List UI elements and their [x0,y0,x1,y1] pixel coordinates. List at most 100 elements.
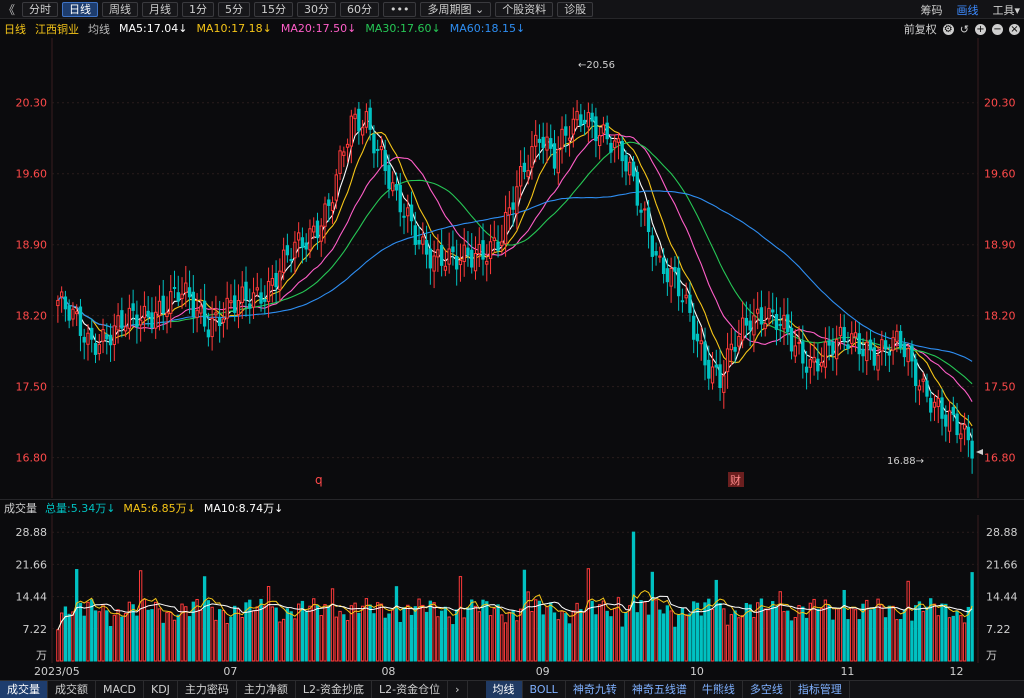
tab-30min[interactable]: 30分 [297,1,336,17]
undo-icon[interactable]: ↺ [960,23,969,36]
candle-body [462,244,466,262]
diagnose-button[interactable]: 诊股 [557,1,594,17]
volume-bar [684,614,688,662]
candle-body [281,249,286,273]
zoom-out-icon[interactable]: − [992,23,1003,35]
volume-bar [872,607,876,662]
event-mark-cai[interactable]: 财 [730,473,741,487]
candle-body [778,323,782,326]
volume-tick-left: 28.88 [16,526,48,539]
tab-boll[interactable]: BOLL [523,681,566,698]
volume-bar [970,572,974,662]
volume-bar [507,611,512,662]
tab-main-force-code[interactable]: 主力密码 [178,681,237,698]
ma60-value: MA60:18.15↓ [449,22,526,35]
back-button[interactable]: 《 [0,1,18,18]
tab-bull-bear[interactable]: 牛熊线 [695,681,743,698]
tabs-scroll-right-icon[interactable]: › [448,681,468,698]
volume-bar [184,606,188,662]
tab-long-short[interactable]: 多空线 [743,681,791,698]
tab-main-force-net[interactable]: 主力净额 [237,681,296,698]
candle-body [391,182,395,192]
candle-body [180,293,184,300]
tab-weekly[interactable]: 周线 [102,1,138,17]
candle-body [195,309,199,318]
candle-body [259,292,263,304]
volume-bar [451,624,455,662]
zoom-in-icon[interactable]: + [975,23,986,35]
candle-body [270,277,274,286]
candle-body [285,245,290,256]
volume-bar [477,611,481,662]
tab-ma[interactable]: 均线 [485,681,523,698]
tab-intraday[interactable]: 分时 [22,1,58,17]
tab-volume[interactable]: 成交量 [0,681,48,698]
price-legend: 日线 江西铜业 均线 MA5:17.04↓ MA10:17.18↓ MA20:1… [0,19,1024,38]
volume-bar [936,615,940,662]
candle-body [97,343,101,355]
adjust-selector[interactable]: 前复权 [904,21,937,37]
volume-bar [217,609,222,662]
volume-chart[interactable]: 28.88 28.88 21.66 21.66 14.44 14.44 7.22 7.22 万 万… [0,515,1024,680]
volume-bar [195,598,199,662]
event-mark-q[interactable]: q [315,473,323,487]
draw-line-button[interactable]: 画线 [956,2,978,18]
volume-bar [846,619,850,662]
volume-ma5-line [57,590,973,631]
tab-monthly[interactable]: 月线 [142,1,178,17]
volume-bar [594,614,598,662]
volume-ma10: MA10:8.74万↓ [203,501,284,515]
volume-bar [650,571,654,662]
volume-bar [191,601,195,662]
tab-kdj[interactable]: KDJ [144,681,178,698]
tab-l2-position[interactable]: L2-资金仓位 [372,681,449,698]
candle-body [451,246,455,253]
volume-bar [146,609,150,662]
candle-body [500,241,504,247]
tab-indicator-manage[interactable]: 指标管理 [791,681,850,698]
multi-period-dropdown[interactable]: 多周期图 ⌄ [420,1,492,17]
close-icon[interactable]: × [1009,23,1020,35]
tab-60min[interactable]: 60分 [340,1,379,17]
tab-macd[interactable]: MACD [96,681,144,698]
candle-body [492,237,496,242]
tab-turnover[interactable]: 成交额 [48,681,96,698]
tools-menu[interactable]: 工具▾ [992,2,1020,18]
tab-magic-five[interactable]: 神奇五线谱 [625,681,695,698]
price-tick-right: 17.50 [984,381,1016,394]
candle-body [424,240,429,255]
tab-magic-nine[interactable]: 神奇九转 [566,681,625,698]
candle-body [485,260,489,265]
tab-5min[interactable]: 5分 [218,1,250,17]
ma-label[interactable]: 均线 [88,21,110,37]
volume-bar [169,612,173,662]
candle-body [684,294,688,299]
candle-body [406,207,410,217]
candle-body [688,294,692,313]
candle-body [970,440,974,459]
settings-icon[interactable]: ⚙ [942,23,954,35]
volume-bar [394,586,399,662]
chips-button[interactable]: 筹码 [920,2,942,18]
candle-body [244,281,248,301]
candle-body [827,340,831,346]
tab-daily[interactable]: 日线 [62,1,98,17]
more-periods-button[interactable]: ••• [383,1,417,17]
kline-chart[interactable]: 20.30 20.30 19.60 19.60 18.90 18.90 18.20 18.20… [0,38,1024,498]
candle-body [526,170,530,178]
volume-bar [323,604,327,662]
tab-l2-bottom[interactable]: L2-资金抄底 [296,681,373,698]
volume-bar [458,576,463,662]
candle-body [123,326,128,332]
candle-body [120,310,124,329]
candle-body [376,148,380,151]
tab-15min[interactable]: 15分 [254,1,293,17]
candle-body [455,255,459,270]
tab-1min[interactable]: 1分 [182,1,214,17]
legend-controls: 前复权 ⚙ ↺ + − × [904,21,1020,37]
volume-bar [379,603,384,662]
volume-bar [838,608,843,662]
volume-tick-left: 万 [36,649,47,662]
stock-profile-button[interactable]: 个股资料 [495,1,554,17]
volume-bar [725,624,730,662]
